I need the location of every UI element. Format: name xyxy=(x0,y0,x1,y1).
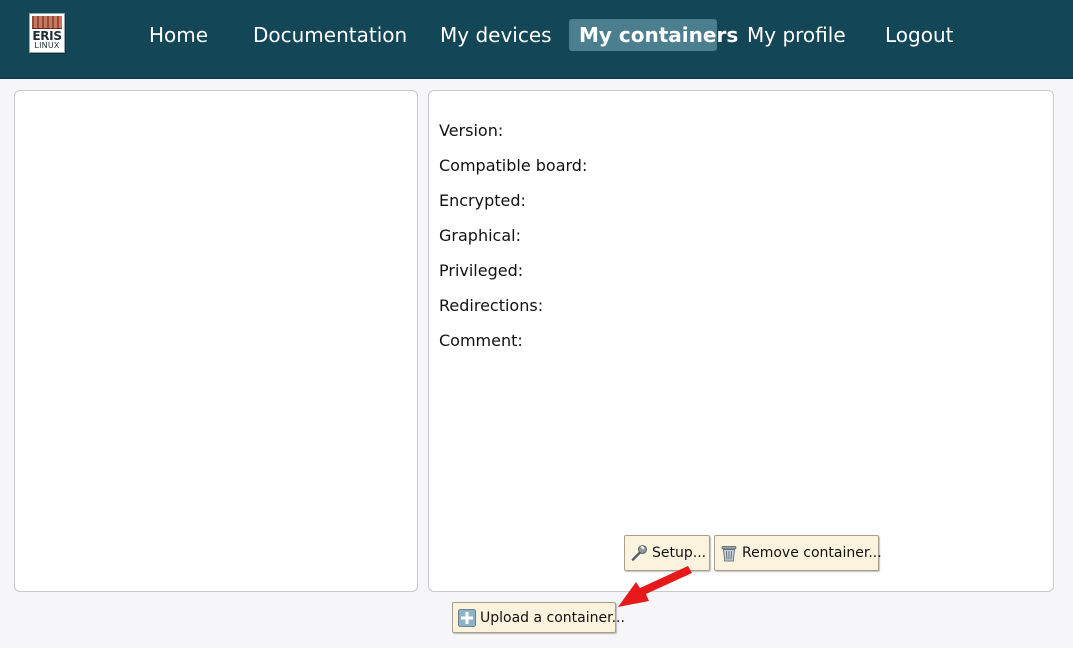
container-list-panel[interactable] xyxy=(14,90,418,592)
remove-container-button[interactable]: Remove container... xyxy=(714,535,882,571)
version-label: Version: xyxy=(439,121,504,140)
logo-emblem-icon xyxy=(32,16,62,29)
trash-icon xyxy=(721,546,737,562)
nav-home[interactable]: Home xyxy=(149,19,208,51)
encrypted-label: Encrypted: xyxy=(439,191,526,210)
top-navigation-bar: ERIS LINUX Home Documentation My devices… xyxy=(0,0,1073,79)
container-details-panel: Version: Compatible board: Encrypted: Gr… xyxy=(428,90,1054,592)
setup-button-label: Setup... xyxy=(652,545,707,561)
nav-logout[interactable]: Logout xyxy=(885,19,953,51)
compatible-board-label: Compatible board: xyxy=(439,156,588,175)
nav-my-containers[interactable]: My containers xyxy=(569,19,738,51)
redirections-label: Redirections: xyxy=(439,296,544,315)
comment-label: Comment: xyxy=(439,331,523,350)
plus-icon xyxy=(458,608,476,627)
graphical-label: Graphical: xyxy=(439,226,521,245)
eris-linux-logo[interactable]: ERIS LINUX xyxy=(29,13,65,53)
nav-my-devices[interactable]: My devices xyxy=(440,19,552,51)
red-arrow-icon xyxy=(618,566,692,607)
logo-text-bottom: LINUX xyxy=(34,41,60,50)
nav-documentation[interactable]: Documentation xyxy=(253,19,407,51)
upload-container-button-label: Upload a container... xyxy=(480,609,625,626)
privileged-label: Privileged: xyxy=(439,261,524,280)
remove-container-button-label: Remove container... xyxy=(742,545,882,561)
upload-container-button[interactable]: Upload a container... xyxy=(452,602,625,633)
nav-my-profile[interactable]: My profile xyxy=(747,19,846,51)
